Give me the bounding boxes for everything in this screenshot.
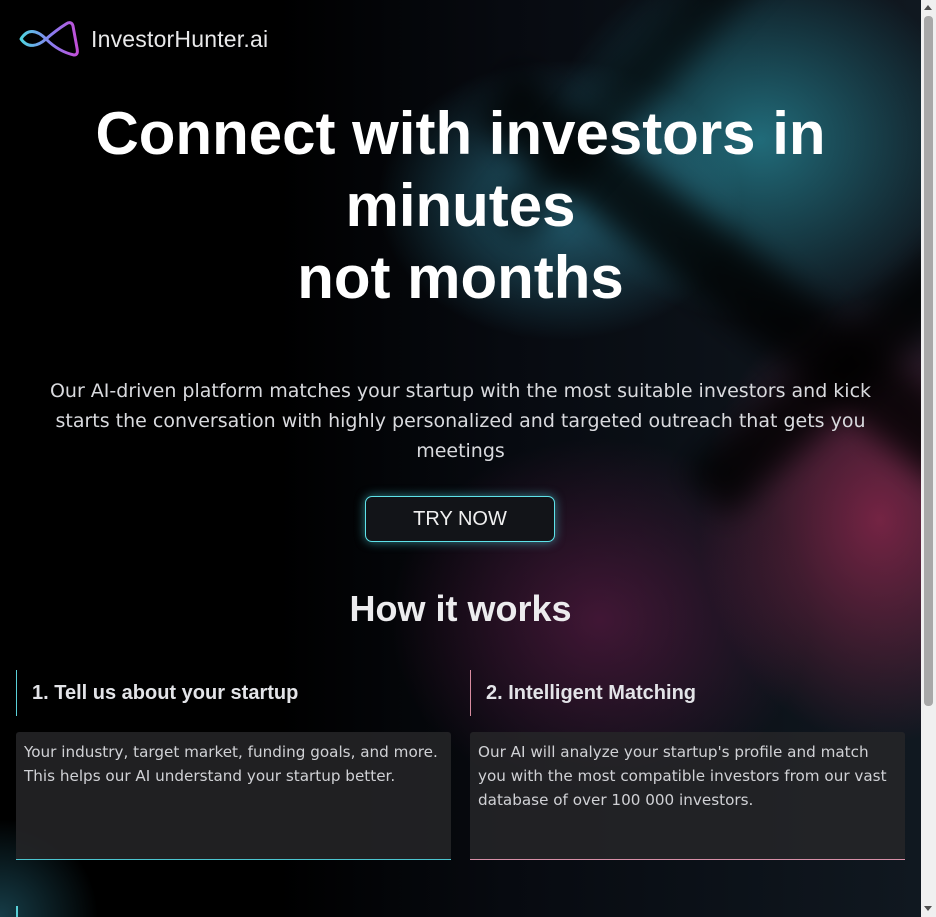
landing-page: InvestorHunter.ai Connect with investors…	[0, 0, 921, 917]
step-card-1: 1. Tell us about your startup Your indus…	[16, 670, 451, 860]
step-card-2: 2. Intelligent Matching Our AI will anal…	[470, 670, 905, 860]
try-now-button[interactable]: TRY NOW	[365, 496, 555, 542]
brand-name: InvestorHunter.ai	[91, 25, 269, 52]
next-step-border	[16, 906, 18, 917]
hero-title-line: not months	[297, 244, 624, 311]
hero-title: Connect with investors in minutes not mo…	[0, 98, 921, 314]
infinity-loop-logo-icon	[19, 21, 79, 57]
brand-logo[interactable]: InvestorHunter.ai	[18, 20, 268, 58]
step-description: Our AI will analyze your startup's profi…	[470, 732, 905, 860]
how-it-works-heading: How it works	[349, 588, 572, 629]
step-title: 1. Tell us about your startup	[16, 670, 451, 716]
hero-title-line: Connect with investors in	[95, 100, 826, 167]
step-title: 2. Intelligent Matching	[470, 670, 905, 716]
scroll-up-arrow-icon[interactable]	[924, 5, 932, 10]
vertical-scrollbar[interactable]	[921, 0, 936, 917]
hero-title-line: minutes	[345, 172, 576, 239]
scroll-down-arrow-icon[interactable]	[924, 906, 932, 911]
scrollbar-thumb[interactable]	[924, 16, 933, 706]
hero-subtitle: Our AI-driven platform matches your star…	[49, 380, 872, 462]
step-description: Your industry, target market, funding go…	[16, 732, 451, 860]
